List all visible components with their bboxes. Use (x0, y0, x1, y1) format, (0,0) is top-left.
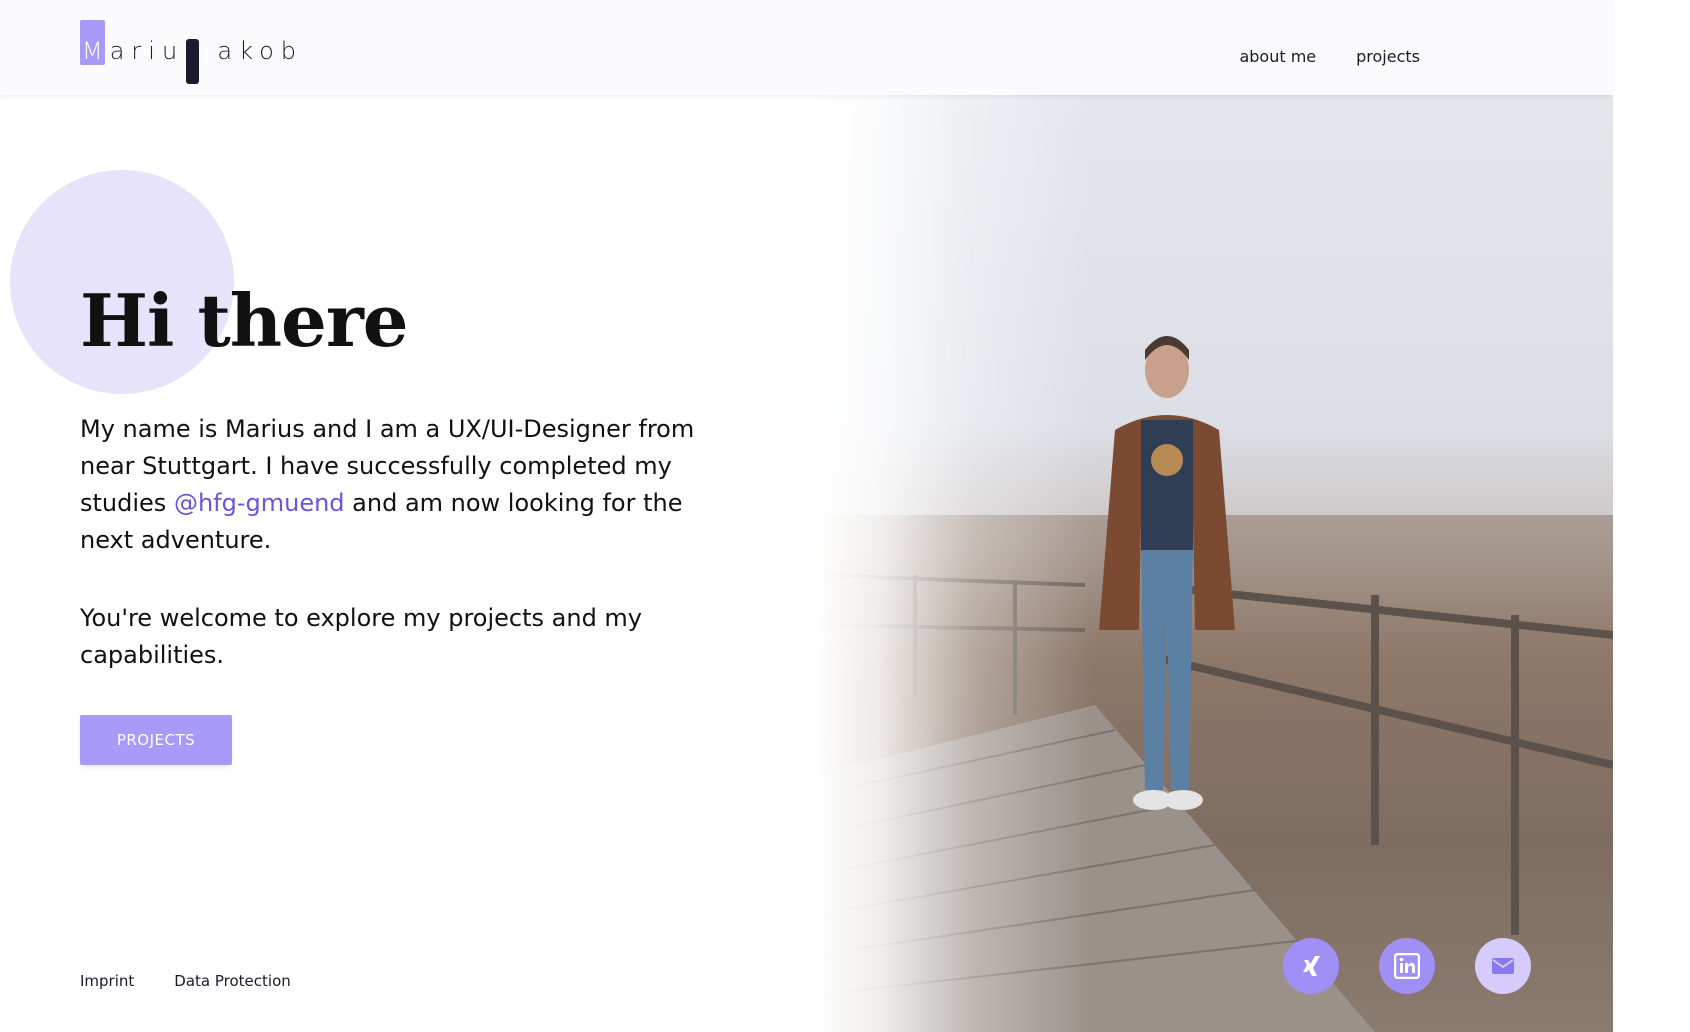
hero-invite: You're welcome to explore my projects an… (80, 604, 643, 669)
projects-button[interactable]: PROJECTS (80, 715, 232, 765)
hero-intro: My name is Marius and I am a UX/UI-Desig… (80, 411, 740, 559)
logo[interactable]: Mariusjakob (80, 20, 300, 90)
nav-projects[interactable]: projects (1356, 47, 1420, 66)
hero-photo (815, 95, 1613, 1032)
main-nav: about me projects (1239, 47, 1420, 66)
nav-about-me[interactable]: about me (1239, 47, 1316, 66)
hero-title: Hi there (80, 278, 409, 363)
linkedin-button[interactable] (1379, 938, 1435, 994)
footer-links: Imprint Data Protection (80, 972, 291, 990)
logo-text: Mariusjakob (82, 37, 304, 65)
mail-button[interactable] (1475, 938, 1531, 994)
xing-icon (1303, 956, 1320, 976)
linkedin-icon (1394, 953, 1420, 979)
hfg-gmuend-link[interactable]: @hfg-gmuend (174, 489, 345, 517)
data-protection-link[interactable]: Data Protection (174, 972, 290, 990)
social-links (1283, 938, 1531, 994)
xing-button[interactable] (1283, 938, 1339, 994)
site-header: Mariusjakob about me projects (0, 0, 1613, 95)
mail-icon (1492, 958, 1514, 974)
photo-white-fade (815, 95, 1613, 1032)
imprint-link[interactable]: Imprint (80, 972, 134, 990)
